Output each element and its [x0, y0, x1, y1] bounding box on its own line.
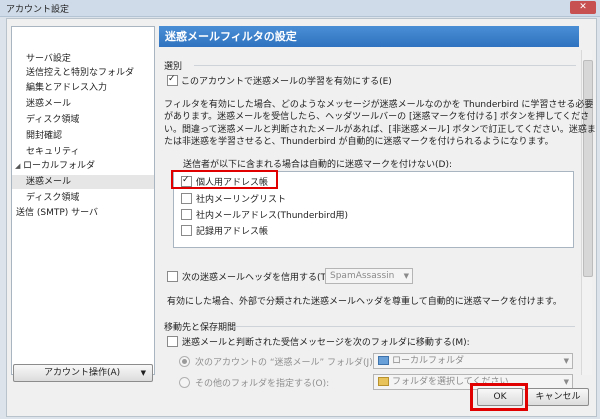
- tree-item-composition[interactable]: 編集とアドレス入力: [26, 81, 107, 95]
- section-label-selection: 選別: [164, 62, 183, 72]
- move-junk-checkbox[interactable]: [167, 336, 178, 347]
- junk-folder-radio-label[interactable]: 次のアカウントの “迷惑メール” フォルダ(J):: [195, 355, 376, 368]
- tree-item-junk[interactable]: 迷惑メール: [26, 97, 71, 111]
- tree-item-local-disk-space[interactable]: ディスク領域: [26, 191, 79, 205]
- address-book-label[interactable]: 社内メールアドレス(Thunderbird用): [196, 208, 348, 221]
- folder-icon: [378, 377, 389, 386]
- panel-header: 迷惑メールフィルタの設定: [159, 26, 579, 47]
- junk-account-value: ローカルフォルダ: [392, 356, 465, 366]
- trust-header-note: 有効にした場合、外部で分類された迷惑メールヘッダを尊重して自動的に迷惑マークを付…: [167, 297, 562, 307]
- trust-header-select[interactable]: SpamAssassin ▼: [325, 268, 413, 284]
- junk-account-select[interactable]: ローカルフォルダ ▼: [373, 353, 573, 369]
- junk-folder-radio[interactable]: [179, 356, 190, 367]
- account-icon: [378, 356, 389, 365]
- tree-item-label: ローカルフォルダ: [23, 161, 96, 171]
- section-divider: [233, 326, 575, 327]
- tree-item-local-junk[interactable]: 迷惑メール: [12, 175, 154, 189]
- window-title-bar: アカウント設定 ✕: [0, 0, 600, 17]
- description-line-2: があります。迷惑メールを受信したら、ヘッダツールバーの [迷惑マークを付ける] …: [164, 112, 590, 122]
- address-book-checkbox[interactable]: [181, 209, 192, 220]
- close-button[interactable]: ✕: [570, 1, 596, 14]
- account-actions-label: アカウント操作(A): [44, 368, 121, 378]
- tree-item-label: 迷惑メール: [26, 177, 72, 187]
- tree-item-local-folders[interactable]: ◢ ローカルフォルダ: [15, 159, 95, 173]
- tree-item-smtp-server[interactable]: 送信 (SMTP) サーバ: [16, 206, 98, 220]
- description-line-4: たは非迷惑を学習させると、Thunderbird が自動的に迷惑マークを付けられ…: [164, 137, 554, 147]
- scrollbar-thumb[interactable]: [583, 60, 593, 277]
- chevron-down-icon: ▼: [563, 378, 569, 386]
- tree-item-server-settings[interactable]: サーバ設定: [26, 52, 71, 66]
- cancel-button[interactable]: キャンセル: [527, 388, 589, 406]
- tree-item-return-receipts[interactable]: 開封確認: [26, 129, 62, 143]
- whitelist-label: 送信者が以下に含まれる場合は自動的に迷惑マークを付けない(D):: [183, 160, 452, 170]
- tree-item-copies-folders[interactable]: 送信控えと特別なフォルダ: [26, 66, 134, 80]
- dropdown-arrow-icon: ▼: [140, 369, 146, 377]
- move-junk-label[interactable]: 迷惑メールと判断された受信メッセージを次のフォルダに移動する(M):: [182, 335, 470, 348]
- address-book-checkbox[interactable]: [181, 225, 192, 236]
- other-folder-radio[interactable]: [179, 377, 190, 388]
- enable-learning-checkbox[interactable]: [167, 74, 178, 86]
- section-label-destination: 移動先と保存期間: [164, 323, 237, 333]
- account-actions-button[interactable]: アカウント操作(A) ▼: [13, 364, 153, 382]
- chevron-down-icon: ▼: [403, 272, 409, 280]
- panel-title: 迷惑メールフィルタの設定: [165, 30, 297, 43]
- trust-header-checkbox[interactable]: [167, 271, 178, 282]
- trust-header-value: SpamAssassin: [330, 271, 395, 281]
- address-book-label[interactable]: 記録用アドレス帳: [196, 224, 268, 237]
- account-tree[interactable]: サーバ設定 送信控えと特別なフォルダ 編集とアドレス入力 迷惑メール ディスク領…: [11, 26, 155, 375]
- section-divider: [194, 65, 576, 66]
- tree-item-disk-space[interactable]: ディスク領域: [26, 113, 79, 127]
- address-book-checkbox[interactable]: [181, 193, 192, 204]
- highlight-box: [171, 170, 278, 189]
- trust-header-label[interactable]: 次の迷惑メールヘッダを信用する(T):: [182, 270, 333, 283]
- other-folder-radio-label[interactable]: その他のフォルダを指定する(O):: [195, 376, 329, 389]
- address-book-label[interactable]: 社内メーリングリスト: [196, 192, 286, 205]
- window-title: アカウント設定: [6, 5, 70, 15]
- enable-learning-label[interactable]: このアカウントで迷惑メールの学習を有効にする(E): [181, 74, 392, 87]
- dialog-frame: サーバ設定 送信控えと特別なフォルダ 編集とアドレス入力 迷惑メール ディスク領…: [6, 18, 597, 417]
- chevron-down-icon: ▼: [563, 357, 569, 365]
- collapse-icon[interactable]: ◢: [15, 159, 23, 173]
- tree-item-security[interactable]: セキュリティ: [26, 145, 79, 159]
- ok-highlight-box: [470, 383, 528, 411]
